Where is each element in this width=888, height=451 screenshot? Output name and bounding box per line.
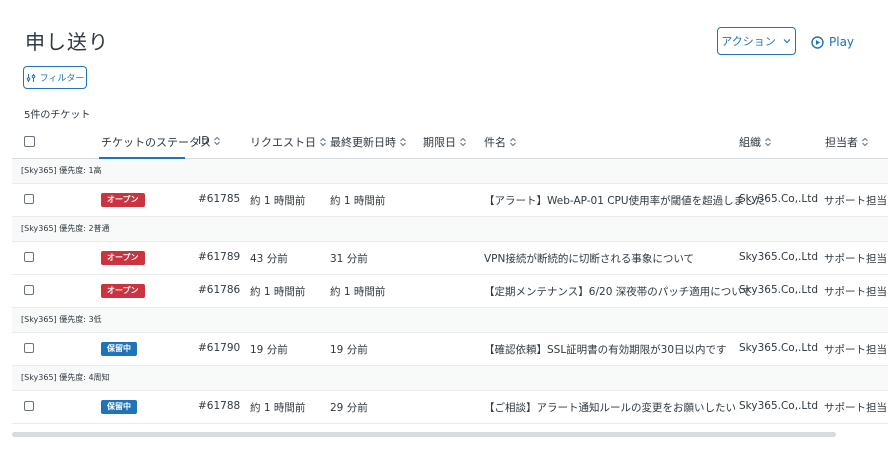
ticket-id: #61785 <box>198 193 241 205</box>
table-row[interactable]: オープン #61786 約 1 時間前 約 1 時間前 【定期メンテナンス】6/… <box>12 275 888 308</box>
requested-date: 43 分前 <box>250 253 288 265</box>
column-requested[interactable]: リクエスト日 <box>250 134 327 150</box>
row-checkbox[interactable] <box>24 252 34 262</box>
assignee: サポート担当 i <box>824 402 888 414</box>
organization: Sky365.Co,.Ltd <box>739 193 819 205</box>
ticket-subject[interactable]: 【アラート】Web-AP-01 CPU使用率が閾値を超過しました <box>484 193 765 208</box>
table-row[interactable]: オープン #61785 約 1 時間前 約 1 時間前 【アラート】Web-AP… <box>12 184 888 217</box>
ticket-count: 5件のチケット <box>24 110 91 121</box>
filter-icon <box>26 73 35 82</box>
ticket-subject[interactable]: 【ご相談】アラート通知ルールの変更をお願いしたい <box>484 400 736 415</box>
sort-icon <box>460 137 466 147</box>
organization: Sky365.Co,.Ltd <box>739 251 819 263</box>
column-due[interactable]: 期限日 <box>423 134 467 150</box>
assignee: サポート担当 i <box>824 253 888 265</box>
organization: Sky365.Co,.Ltd <box>739 400 819 412</box>
row-checkbox[interactable] <box>24 285 34 295</box>
play-icon <box>811 35 824 49</box>
organization: Sky365.Co,.Ltd <box>739 284 819 296</box>
filter-button[interactable]: フィルター <box>23 66 87 89</box>
select-all-checkbox[interactable] <box>24 136 35 147</box>
column-id[interactable]: ID <box>198 134 221 147</box>
assignee: サポート担当 i <box>824 344 888 356</box>
assignee: サポート担当 i <box>824 286 888 298</box>
column-assignee[interactable]: 担当者 <box>825 134 869 150</box>
organization: Sky365.Co,.Ltd <box>739 342 819 354</box>
column-updated[interactable]: 最終更新日時 <box>330 134 407 150</box>
horizontal-scrollbar[interactable] <box>12 432 836 437</box>
sort-icon <box>510 137 516 147</box>
ticket-id: #61790 <box>198 342 241 354</box>
assignee: サポート担当 i <box>824 195 888 207</box>
column-status[interactable]: チケットのステータス <box>101 134 211 150</box>
updated-date: 約 1 時間前 <box>330 195 386 207</box>
play-label: Play <box>829 35 855 49</box>
ticket-subject[interactable]: 【確認依頼】SSL証明書の有効期限が30日以内です <box>484 342 727 357</box>
table-row[interactable]: 保留中 #61790 19 分前 19 分前 【確認依頼】SSL証明書の有効期限… <box>12 333 888 366</box>
status-badge: オープン <box>101 193 145 207</box>
requested-date: 約 1 時間前 <box>250 195 306 207</box>
updated-date: 29 分前 <box>330 402 368 414</box>
row-checkbox[interactable] <box>24 401 34 411</box>
ticket-id: #61788 <box>198 400 241 412</box>
status-badge: オープン <box>101 284 145 298</box>
status-badge: 保留中 <box>101 342 137 356</box>
column-organization[interactable]: 組織 <box>739 134 772 150</box>
column-subject[interactable]: 件名 <box>484 134 517 150</box>
table-row[interactable]: 保留中 #61788 約 1 時間前 29 分前 【ご相談】アラート通知ルールの… <box>12 391 888 424</box>
page-title: 申し送り <box>25 30 109 54</box>
sort-icon <box>862 137 868 147</box>
sort-icon <box>765 137 771 147</box>
requested-date: 約 1 時間前 <box>250 286 306 298</box>
filter-label: フィルター <box>39 74 85 84</box>
row-checkbox[interactable] <box>24 194 34 204</box>
play-button[interactable]: Play <box>811 33 854 51</box>
ticket-id: #61786 <box>198 284 241 296</box>
ticket-subject[interactable]: 【定期メンテナンス】6/20 深夜帯のパッチ適用について <box>484 284 752 299</box>
status-badge: オープン <box>101 251 145 265</box>
table-row[interactable]: オープン #61789 43 分前 31 分前 VPN接続が断続的に切断される事… <box>12 242 888 275</box>
group-header: [Sky365] 優先度: 4周知 <box>12 366 888 391</box>
status-badge: 保留中 <box>101 400 137 414</box>
group-header: [Sky365] 優先度: 2普通 <box>12 217 888 242</box>
sort-icon <box>320 137 326 147</box>
updated-date: 約 1 時間前 <box>330 286 386 298</box>
updated-date: 19 分前 <box>330 344 368 356</box>
row-checkbox[interactable] <box>24 343 34 353</box>
ticket-id: #61789 <box>198 251 241 263</box>
actions-label: アクション <box>721 35 776 48</box>
group-header: [Sky365] 優先度: 3低 <box>12 308 888 333</box>
actions-button[interactable]: アクション <box>717 27 796 55</box>
updated-date: 31 分前 <box>330 253 368 265</box>
table-header: チケットのステータス ID リクエスト日 最終更新日時 期限日 件名 組織 担当… <box>12 126 888 159</box>
group-header: [Sky365] 優先度: 1高 <box>12 159 888 184</box>
requested-date: 19 分前 <box>250 344 288 356</box>
chevron-down-icon <box>783 39 791 44</box>
ticket-table: チケットのステータス ID リクエスト日 最終更新日時 期限日 件名 組織 担当… <box>12 126 888 424</box>
ticket-subject[interactable]: VPN接続が断続的に切断される事象について <box>484 251 694 266</box>
sort-icon <box>213 136 220 145</box>
requested-date: 約 1 時間前 <box>250 402 306 414</box>
sort-icon <box>400 137 406 147</box>
